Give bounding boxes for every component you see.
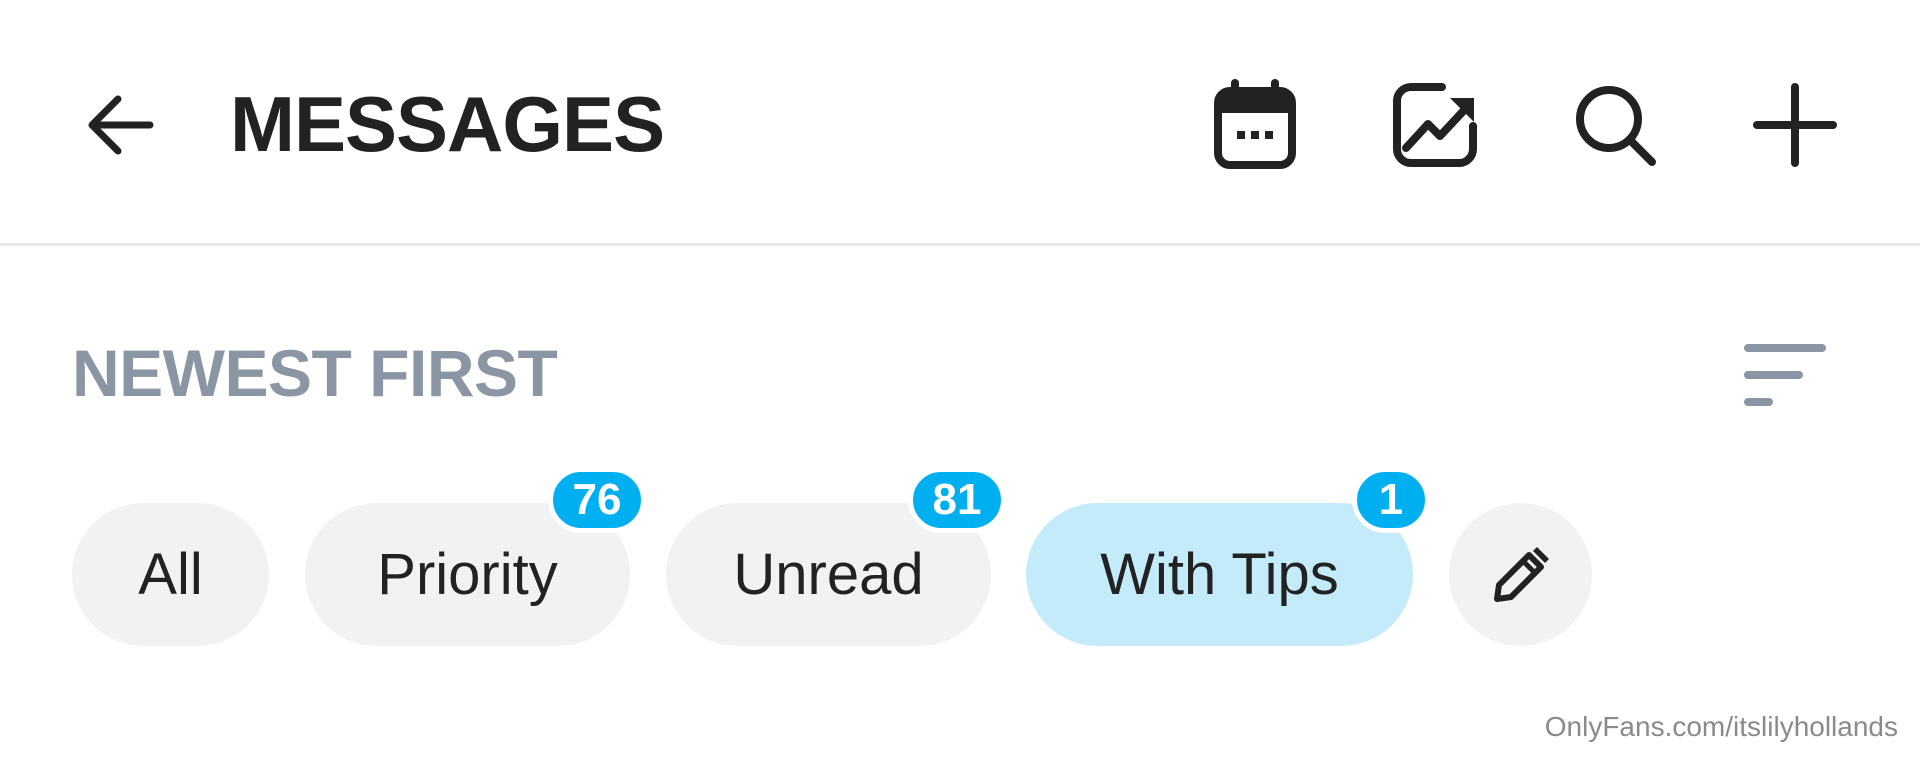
sort-order-label[interactable]: NEWEST FIRST bbox=[72, 333, 558, 413]
chart-trending-icon bbox=[1393, 83, 1477, 167]
page-title: MESSAGES bbox=[230, 80, 665, 168]
filter-chip-label: Unread bbox=[733, 542, 924, 607]
calendar-button[interactable] bbox=[1205, 75, 1305, 175]
arrow-left-icon bbox=[88, 95, 154, 155]
edit-filters-button[interactable] bbox=[1449, 503, 1592, 646]
back-button[interactable] bbox=[70, 75, 170, 175]
search-icon bbox=[1576, 86, 1656, 166]
watermark: OnlyFans.com/itslilyhollands bbox=[1544, 711, 1898, 742]
count-badge: 76 bbox=[548, 467, 646, 533]
count-badge: 81 bbox=[908, 467, 1006, 533]
top-bar: MESSAGES bbox=[0, 0, 1920, 246]
statistics-button[interactable] bbox=[1385, 75, 1485, 175]
filter-chip-with-tips[interactable]: With Tips bbox=[1026, 503, 1413, 646]
plus-icon bbox=[1753, 83, 1837, 167]
sort-lines-icon bbox=[1744, 344, 1826, 406]
count-badge: 1 bbox=[1352, 467, 1430, 533]
search-button[interactable] bbox=[1565, 75, 1665, 175]
pencil-icon bbox=[1493, 546, 1549, 602]
filter-chip-label: With Tips bbox=[1100, 542, 1339, 607]
filter-chip-label: All bbox=[138, 542, 203, 607]
filter-chip-all[interactable]: All bbox=[72, 503, 269, 646]
sort-button[interactable] bbox=[1735, 330, 1835, 420]
filter-chip-label: Priority bbox=[377, 542, 558, 607]
calendar-icon bbox=[1214, 79, 1296, 169]
new-message-button[interactable] bbox=[1745, 75, 1845, 175]
